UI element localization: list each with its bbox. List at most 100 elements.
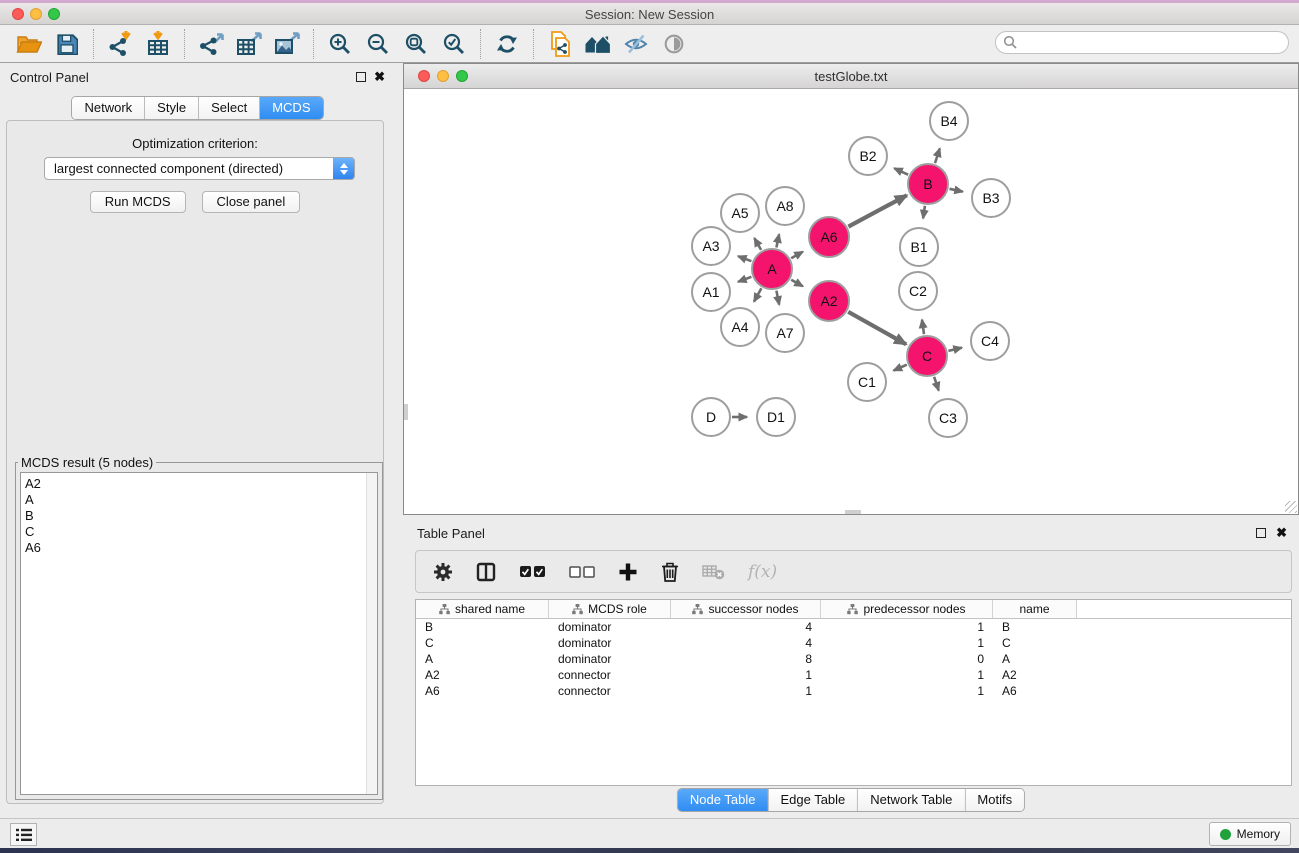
close-panel-button[interactable]: Close panel — [202, 191, 301, 213]
table-row[interactable]: Adominator80A — [416, 651, 1291, 667]
graph-node-D1[interactable]: D1 — [757, 398, 795, 436]
graph-node-A1[interactable]: A1 — [692, 273, 730, 311]
column-header-MCDS-role[interactable]: MCDS role — [549, 600, 671, 618]
graph-edge-C-C4[interactable] — [948, 348, 961, 351]
graph-edge-A-A4[interactable] — [754, 288, 761, 301]
graph-node-C[interactable]: C — [907, 336, 947, 376]
graph-edge-B-B2[interactable] — [894, 168, 908, 174]
graph-edge-B-B4[interactable] — [935, 149, 940, 164]
graph-edge-C-C3[interactable] — [934, 377, 939, 391]
zoom-in-button[interactable] — [321, 28, 359, 60]
function-builder-button[interactable]: f(x) — [748, 562, 777, 582]
mcds-result-item[interactable]: A6 — [21, 540, 377, 556]
import-table-button[interactable] — [139, 28, 177, 60]
network-overview-button[interactable] — [579, 28, 617, 60]
graph-edge-A2-C[interactable] — [848, 312, 906, 345]
export-network-button[interactable] — [192, 28, 230, 60]
delete-table-button[interactable] — [702, 564, 725, 580]
column-header-shared-name[interactable]: shared name — [416, 600, 549, 618]
graph-node-B1[interactable]: B1 — [900, 228, 938, 266]
float-panel-icon[interactable] — [1256, 528, 1266, 538]
mcds-list-scrollbar[interactable] — [366, 473, 377, 794]
table-row[interactable]: Cdominator41C — [416, 635, 1291, 651]
column-header-name[interactable]: name — [993, 600, 1077, 618]
mcds-result-item[interactable]: A2 — [21, 476, 377, 492]
graph-node-B2[interactable]: B2 — [849, 137, 887, 175]
graph-node-C4[interactable]: C4 — [971, 322, 1009, 360]
table-row[interactable]: A2connector11A2 — [416, 667, 1291, 683]
graph-edge-A-A8[interactable] — [776, 234, 779, 247]
table-row[interactable]: Bdominator41B — [416, 619, 1291, 635]
run-mcds-button[interactable]: Run MCDS — [90, 191, 186, 213]
optimization-criterion-select[interactable]: largest connected component (directed) — [44, 157, 355, 180]
delete-rows-button[interactable] — [661, 561, 679, 582]
graph-edge-A-A6[interactable] — [791, 252, 803, 259]
show-columns-button[interactable] — [476, 562, 496, 582]
graph-node-C2[interactable]: C2 — [899, 272, 937, 310]
close-panel-icon[interactable]: ✖ — [374, 69, 385, 85]
add-row-button[interactable] — [618, 562, 638, 582]
import-network-button[interactable] — [101, 28, 139, 60]
zoom-selected-button[interactable] — [435, 28, 473, 60]
graph-edge-A-A3[interactable] — [738, 256, 751, 261]
graph-edge-B-B3[interactable] — [950, 189, 963, 192]
export-table-button[interactable] — [230, 28, 268, 60]
graph-edge-A-A7[interactable] — [776, 291, 779, 305]
mcds-result-item[interactable]: C — [21, 524, 377, 540]
graph-node-A3[interactable]: A3 — [692, 227, 730, 265]
graph-node-C1[interactable]: C1 — [848, 363, 886, 401]
tab-style[interactable]: Style — [144, 97, 198, 119]
export-image-button[interactable] — [268, 28, 306, 60]
open-session-button[interactable] — [10, 28, 48, 60]
graph-edge-A6-B[interactable] — [848, 195, 906, 226]
float-panel-icon[interactable] — [356, 72, 366, 82]
network-canvas[interactable]: B4 B2 B B3 A5A8A6 A3 B1 A A1 C2 A2 A4A7 C4 C C1 C3 D D1 — [404, 89, 1298, 514]
close-panel-icon[interactable]: ✖ — [1276, 525, 1287, 541]
mcds-result-item[interactable]: B — [21, 508, 377, 524]
column-header-predecessor-nodes[interactable]: predecessor nodes — [821, 600, 993, 618]
tab-network[interactable]: Network — [72, 97, 144, 119]
save-session-button[interactable] — [48, 28, 86, 60]
table-settings-button[interactable] — [433, 562, 453, 582]
graph-edge-A-A1[interactable] — [738, 277, 751, 282]
graph-edge-B-B1[interactable] — [923, 206, 925, 219]
graph-edge-A-A2[interactable] — [791, 280, 803, 287]
refresh-view-button[interactable] — [488, 28, 526, 60]
clone-network-button[interactable] — [541, 28, 579, 60]
table-row[interactable]: A6connector11A6 — [416, 683, 1291, 699]
search-input[interactable] — [995, 31, 1289, 54]
hide-graphics-details-button[interactable] — [617, 28, 655, 60]
graph-node-B[interactable]: B — [908, 164, 948, 204]
tab-edge-table[interactable]: Edge Table — [767, 789, 857, 811]
window-resize-grip[interactable] — [1285, 501, 1297, 513]
tab-motifs[interactable]: Motifs — [964, 789, 1024, 811]
task-history-button[interactable] — [10, 823, 37, 846]
tab-node-table[interactable]: Node Table — [678, 789, 768, 811]
graph-node-A6[interactable]: A6 — [809, 217, 849, 257]
graph-node-C3[interactable]: C3 — [929, 399, 967, 437]
zoom-fit-button[interactable] — [397, 28, 435, 60]
graph-node-A8[interactable]: A8 — [766, 187, 804, 225]
column-header-successor-nodes[interactable]: successor nodes — [671, 600, 821, 618]
tab-select[interactable]: Select — [198, 97, 259, 119]
graph-node-B4[interactable]: B4 — [930, 102, 968, 140]
canvas-hscroll-thumb[interactable] — [845, 510, 861, 514]
graph-node-A4[interactable]: A4 — [721, 308, 759, 346]
graph-node-A5[interactable]: A5 — [721, 194, 759, 232]
canvas-vscroll-thumb[interactable] — [404, 404, 408, 420]
select-all-button[interactable] — [519, 565, 546, 579]
graph-node-B3[interactable]: B3 — [972, 179, 1010, 217]
graph-edge-A-A5[interactable] — [754, 238, 761, 250]
show-graphics-details-button[interactable] — [655, 28, 693, 60]
tab-network-table[interactable]: Network Table — [857, 789, 964, 811]
graph-node-A[interactable]: A — [752, 249, 792, 289]
graph-edge-C-C1[interactable] — [894, 365, 907, 371]
mcds-result-item[interactable]: A — [21, 492, 377, 508]
graph-node-A2[interactable]: A2 — [809, 281, 849, 321]
zoom-out-button[interactable] — [359, 28, 397, 60]
graph-node-D[interactable]: D — [692, 398, 730, 436]
graph-node-A7[interactable]: A7 — [766, 314, 804, 352]
graph-edge-C-C2[interactable] — [922, 320, 924, 335]
deselect-all-button[interactable] — [569, 566, 595, 578]
memory-button[interactable]: Memory — [1209, 822, 1291, 846]
